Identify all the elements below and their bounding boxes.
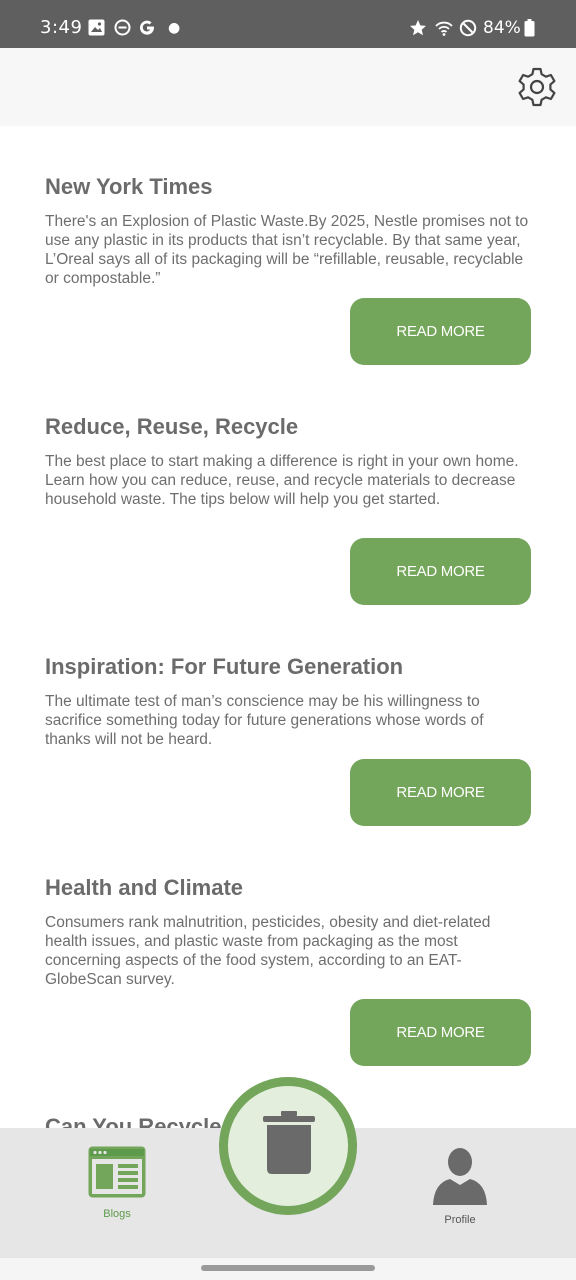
article-body: Consumers rank malnutrition, pesticides,…: [45, 914, 491, 988]
google-icon: [140, 20, 154, 35]
blogs-icon: [88, 1146, 146, 1198]
notification-dot-icon: ●: [168, 20, 181, 36]
wifi-icon: [435, 21, 453, 36]
article-card: New York Times There's an Explosion of P…: [45, 174, 535, 288]
nav-blogs-label: Blogs: [103, 1208, 131, 1220]
battery-icon: [524, 19, 535, 37]
read-more-button[interactable]: READ MORE: [350, 538, 531, 605]
nav-profile-label: Profile: [444, 1214, 476, 1226]
gallery-icon: [88, 19, 105, 36]
home-gesture-handle[interactable]: [201, 1265, 375, 1271]
article-body: The ultimate test of man’s conscience ma…: [45, 693, 484, 748]
do-not-disturb-icon: [114, 19, 131, 36]
article-body: There's an Explosion of Plastic Waste.By…: [45, 213, 529, 287]
read-more-button[interactable]: READ MORE: [350, 298, 531, 365]
app-bar: [0, 48, 576, 126]
star-icon: [410, 20, 426, 36]
article-title: Inspiration: For Future Generation: [45, 654, 404, 679]
article-title: Reduce, Reuse, Recycle: [45, 414, 299, 439]
nav-profile-button[interactable]: Profile: [400, 1145, 520, 1226]
blocked-icon: [459, 19, 477, 37]
trash-can-icon: [263, 1111, 315, 1174]
blog-list[interactable]: New York Times There's an Explosion of P…: [0, 126, 576, 1128]
article-body: The best place to start making a differe…: [45, 453, 519, 508]
article-card: Health and Climate Consumers rank malnut…: [45, 875, 535, 989]
nav-blogs-button[interactable]: Blogs: [57, 1145, 177, 1220]
article-title: New York Times: [45, 174, 213, 199]
article-title: Health and Climate: [45, 875, 244, 900]
profile-icon: [433, 1148, 487, 1205]
read-more-button[interactable]: READ MORE: [350, 999, 531, 1066]
status-bar: 3:49 ● 84%: [0, 0, 576, 48]
center-fab-button[interactable]: [219, 1077, 357, 1215]
article-card: Reduce, Reuse, Recycle The best place to…: [45, 414, 535, 509]
status-time: 3:49: [40, 17, 83, 38]
read-more-button[interactable]: READ MORE: [350, 759, 531, 826]
article-card: Inspiration: For Future Generation The u…: [45, 654, 535, 749]
battery-percent: 84%: [483, 18, 521, 38]
gear-icon[interactable]: [515, 66, 559, 110]
